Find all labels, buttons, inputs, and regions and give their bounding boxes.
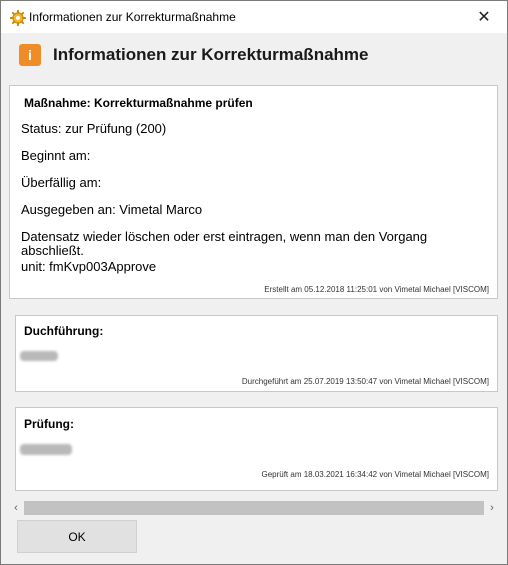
description-line-1: Datensatz wieder löschen oder erst eintr… [21,229,428,244]
scroll-right-button[interactable]: › [484,499,500,517]
chevron-left-icon: ‹ [14,502,18,514]
review-title: Prüfung: [24,417,74,431]
title-bar[interactable]: Informationen zur Korrekturmaßnahme ✕ [1,1,507,33]
measure-title: Maßnahme: Korrekturmaßnahme prüfen [24,96,253,110]
scroll-content[interactable]: Maßnahme: Korrekturmaßnahme prüfen Statu… [8,77,500,499]
gear-icon [10,10,26,26]
window-title: Informationen zur Korrekturmaßnahme [29,10,236,24]
unit-text: unit: fmKvp003Approve [21,259,157,274]
chevron-right-icon: › [490,502,494,514]
begins-text: Beginnt am: [21,148,91,163]
close-icon: ✕ [477,9,491,26]
info-icon: i [19,44,41,66]
ok-label: OK [68,529,86,544]
ok-button[interactable]: OK [17,520,137,553]
execution-title: Duchführung: [24,324,104,338]
issued-to-text: Ausgegeben an: Vimetal Marco [21,202,203,217]
horizontal-scrollbar[interactable]: ‹ › [8,499,500,517]
close-button[interactable]: ✕ [461,1,507,33]
execution-footer: Durchgeführt am 25.07.2019 13:50:47 von … [241,377,489,386]
scroll-left-button[interactable]: ‹ [8,499,24,517]
review-panel: Prüfung: Geprüft am 18.03.2021 16:34:42 … [15,407,498,491]
measure-footer: Erstellt am 05.12.2018 11:25:01 von Vime… [264,285,489,294]
description-line-2: abschließt. [21,243,84,258]
dialog-window: Informationen zur Korrekturmaßnahme ✕ i … [0,0,508,565]
execution-panel: Duchführung: Durchgeführt am 25.07.2019 … [15,315,498,392]
scroll-thumb[interactable] [24,501,484,515]
redacted-text [20,351,58,361]
measure-panel: Maßnahme: Korrekturmaßnahme prüfen Statu… [9,85,498,299]
status-text: Status: zur Prüfung (200) [21,121,167,136]
overdue-text: Überfällig am: [21,175,102,190]
review-footer: Geprüft am 18.03.2021 16:34:42 von Vimet… [261,470,489,479]
dialog-heading: Informationen zur Korrekturmaßnahme [53,45,369,64]
dialog-header: i Informationen zur Korrekturmaßnahme [1,34,507,76]
redacted-text [20,444,72,455]
